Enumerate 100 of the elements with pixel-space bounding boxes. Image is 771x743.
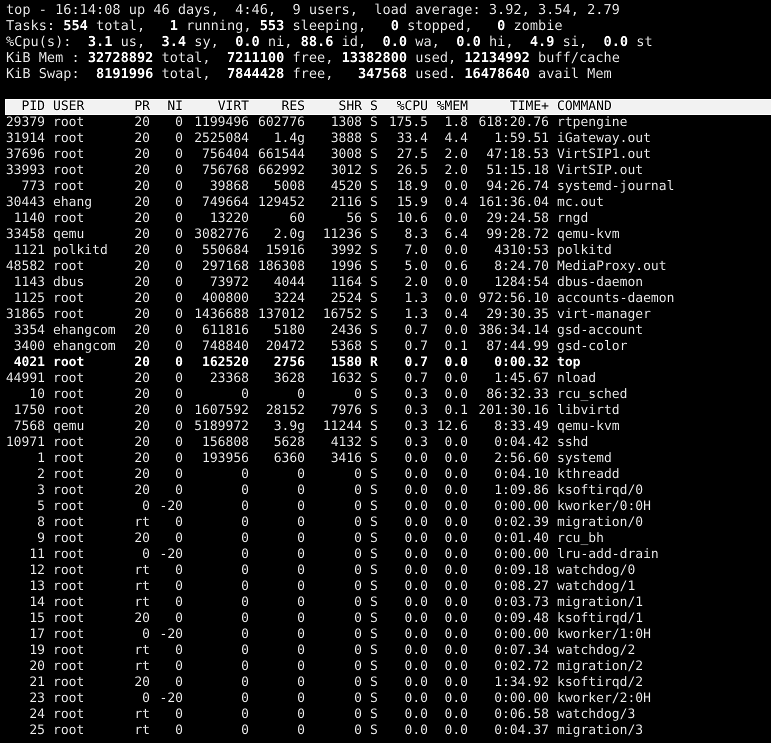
table-cell-text: root	[52, 179, 86, 195]
table-cell-text: 1.8	[444, 115, 468, 131]
table-cell-text: 3224	[272, 291, 305, 307]
table-cell-text: root	[52, 307, 86, 323]
table-cell-text: 161:36.04	[478, 195, 549, 211]
table-cell-text: 0.0	[404, 467, 428, 483]
table-cell-text: 19	[28, 643, 45, 659]
table-cell-text: 25	[28, 723, 45, 739]
table-cell-text: 0	[353, 387, 362, 403]
table-cell-text: 0.0	[444, 675, 468, 691]
table-cell-text: 0.0	[444, 179, 468, 195]
table-cell-text: 26.5	[396, 163, 428, 179]
table-cell-text: root	[52, 451, 86, 467]
table-cell-text: 0	[353, 595, 362, 611]
table-cell-text: 0	[296, 691, 305, 707]
table-cell-text: 3	[36, 483, 45, 499]
table-cell-text: 12.6	[436, 419, 468, 435]
table-cell-text: 24	[28, 707, 45, 723]
table-cell-text: root	[52, 547, 86, 563]
column-header: COMMAND	[556, 99, 613, 115]
table-cell-text: S	[369, 275, 379, 291]
table-cell-text: 0	[174, 387, 183, 403]
table-cell-text: root	[52, 435, 86, 451]
table-cell-text: 0:02.72	[493, 659, 549, 675]
table-cell-text: 11236	[322, 227, 362, 243]
table-cell-text: 33993	[4, 163, 45, 179]
table-cell-text: 12	[28, 563, 45, 579]
table-cell-text: 749664	[201, 195, 249, 211]
table-cell-text: 4520	[330, 179, 362, 195]
table-cell-text: 0	[174, 531, 183, 547]
table-cell-text: 2.0	[404, 275, 428, 291]
table-cell-text: 0.0	[444, 547, 468, 563]
table-cell-text: 3888	[330, 131, 362, 147]
table-cell-text: 1121	[12, 243, 45, 259]
table-cell-text: 1:45.67	[493, 371, 549, 387]
table-cell-text: root	[52, 291, 86, 307]
table-cell-text: 0	[174, 227, 183, 243]
table-cell-text: 5189972	[193, 419, 249, 435]
table-cell-text: S	[369, 691, 379, 707]
table-cell-text: 20472	[264, 339, 305, 355]
table-cell-text: 129452	[257, 195, 305, 211]
table-cell-text: 0	[240, 675, 249, 691]
table-cell-text: 0.0	[404, 451, 428, 467]
table-cell-text: 5	[36, 499, 45, 515]
table-cell-text: 10.6	[396, 211, 428, 227]
table-cell-text: 0	[240, 691, 249, 707]
table-cell-text: S	[369, 419, 379, 435]
table-cell-text: 0	[353, 483, 362, 499]
table-cell-text: 20	[28, 659, 45, 675]
table-cell-text: S	[369, 243, 379, 259]
table-cell-text: S	[369, 339, 379, 355]
table-cell-text: 0	[240, 627, 249, 643]
table-cell-text: 73972	[208, 275, 249, 291]
table-cell-text: 17	[28, 627, 45, 643]
table-cell-text: 611816	[201, 323, 249, 339]
summary-line: Tasks: 554 total, 1 running, 553 sleeping, 0 stopped, 0 zombie	[6, 18, 564, 34]
table-cell-text: 29379	[4, 115, 45, 131]
table-cell-text: 0	[174, 259, 183, 275]
table-cell-text: mc.out	[556, 195, 605, 211]
table-cell-text: rt	[133, 659, 150, 675]
table-cell-text: S	[369, 259, 379, 275]
table-cell-text: root	[52, 131, 86, 147]
table-cell-text: S	[369, 291, 379, 307]
table-cell-text: 0	[296, 723, 305, 739]
table-cell-text: 0	[141, 691, 150, 707]
table-cell-text: 1:34.92	[493, 675, 549, 691]
table-cell-text: root	[52, 115, 86, 131]
table-cell-text: 20	[133, 435, 150, 451]
table-cell-text: 23368	[208, 371, 249, 387]
table-cell-text: 20	[133, 131, 150, 147]
table-cell-text: qemu	[52, 419, 86, 435]
table-cell-text: 0	[174, 579, 183, 595]
table-cell-text: 0.0	[404, 611, 428, 627]
table-cell-text: 0	[174, 307, 183, 323]
table-cell-text: 0.0	[404, 579, 428, 595]
table-cell-text: 0.0	[404, 563, 428, 579]
table-cell-text: 56	[345, 211, 362, 227]
table-cell-text: 0	[240, 563, 249, 579]
table-cell-text: 51:15.18	[485, 163, 549, 179]
table-cell-text: -20	[158, 499, 183, 515]
table-cell-text: S	[369, 227, 379, 243]
table-cell-text: ehangcom	[52, 339, 117, 355]
table-cell-text: 1164	[330, 275, 362, 291]
table-cell-text: 0.0	[404, 595, 428, 611]
table-cell-text: polkitd	[556, 243, 613, 259]
table-cell-text: -20	[158, 547, 183, 563]
table-cell-text: 20	[133, 611, 150, 627]
table-cell-text: rtpengine	[556, 115, 628, 131]
table-cell-text: root	[52, 563, 86, 579]
table-cell-text: 0	[174, 611, 183, 627]
table-cell-text: 18.9	[396, 179, 428, 195]
table-cell-text: 0	[240, 659, 249, 675]
table-cell-text: 0	[174, 323, 183, 339]
table-cell-text: 28152	[264, 403, 305, 419]
table-cell-text: 20	[133, 195, 150, 211]
table-cell-text: 0	[174, 147, 183, 163]
table-cell-text: 33.4	[396, 131, 428, 147]
table-cell-text: 0.0	[444, 691, 468, 707]
table-cell-text: 9	[36, 531, 45, 547]
table-cell-text: 0	[353, 499, 362, 515]
